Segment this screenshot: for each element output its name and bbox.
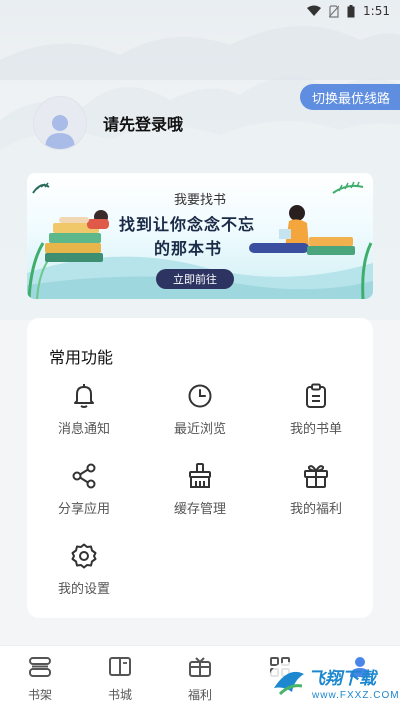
clipboard-icon <box>302 382 330 410</box>
nav-label: 书架 <box>27 688 52 702</box>
banner-title-line1: 找到让你念念不忘 <box>119 215 256 234</box>
common-functions-title: 常用功能 <box>49 348 114 367</box>
banner-subtitle: 我要找书 <box>173 193 226 208</box>
func-share[interactable]: 分享应用 <box>29 462 139 517</box>
status-bar: 1:51 <box>0 0 400 22</box>
nav-label: 书城 <box>107 688 132 702</box>
bookshelf-icon <box>26 654 54 680</box>
share-icon <box>70 462 98 490</box>
profile-row[interactable]: 请先登录哦 <box>33 96 183 150</box>
open-book-icon <box>106 654 134 680</box>
broom-icon <box>186 462 214 490</box>
func-benefits[interactable]: 我的福利 <box>261 462 371 517</box>
avatar[interactable] <box>33 96 87 150</box>
login-prompt[interactable]: 请先登录哦 <box>103 111 183 135</box>
switch-route-label: 切换最优线路 <box>311 90 390 106</box>
user-silhouette-icon <box>45 115 75 149</box>
common-functions-card: 常用功能 消息通知 最近浏览 我的书单 分享应用 缓存管理 我的福利 我的设置 <box>27 318 373 618</box>
func-label: 分享应用 <box>57 502 110 517</box>
banner-title-line2: 的那本书 <box>154 239 223 258</box>
func-settings[interactable]: 我的设置 <box>29 542 139 597</box>
func-label: 缓存管理 <box>173 502 226 517</box>
gear-icon <box>70 542 98 570</box>
nav-bookshelf[interactable]: 书架 <box>0 654 80 703</box>
clock-icon <box>186 382 214 410</box>
watermark-url: www.FXXZ.COM <box>312 690 400 701</box>
func-cache[interactable]: 缓存管理 <box>145 462 255 517</box>
func-booklist[interactable]: 我的书单 <box>261 382 371 437</box>
nav-bookstore[interactable]: 书城 <box>80 654 160 703</box>
battery-icon <box>347 4 355 18</box>
func-label: 我的设置 <box>57 582 110 597</box>
func-label: 我的福利 <box>289 502 342 517</box>
bell-icon <box>70 382 98 410</box>
func-label: 最近浏览 <box>173 422 226 437</box>
go-now-button[interactable]: 立即前往 <box>156 269 234 289</box>
nav-welfare[interactable]: 福利 <box>160 654 240 703</box>
find-book-banner[interactable]: 我要找书 找到让你念念不忘 的那本书 立即前往 <box>27 173 373 299</box>
switch-route-button[interactable]: 切换最优线路 <box>299 84 400 110</box>
status-time: 1:51 <box>363 4 390 18</box>
gift-icon <box>186 654 214 680</box>
func-notifications[interactable]: 消息通知 <box>29 382 139 437</box>
func-label: 我的书单 <box>289 422 342 437</box>
gift-icon <box>302 462 330 490</box>
wifi-icon <box>307 5 322 17</box>
nav-label: 福利 <box>187 688 212 702</box>
no-sim-icon <box>329 4 340 18</box>
site-watermark: 飞翔下载 www.FXXZ.COM <box>262 654 400 712</box>
watermark-text: 飞翔下载 <box>308 669 376 689</box>
func-label: 消息通知 <box>57 422 110 437</box>
func-recent[interactable]: 最近浏览 <box>145 382 255 437</box>
